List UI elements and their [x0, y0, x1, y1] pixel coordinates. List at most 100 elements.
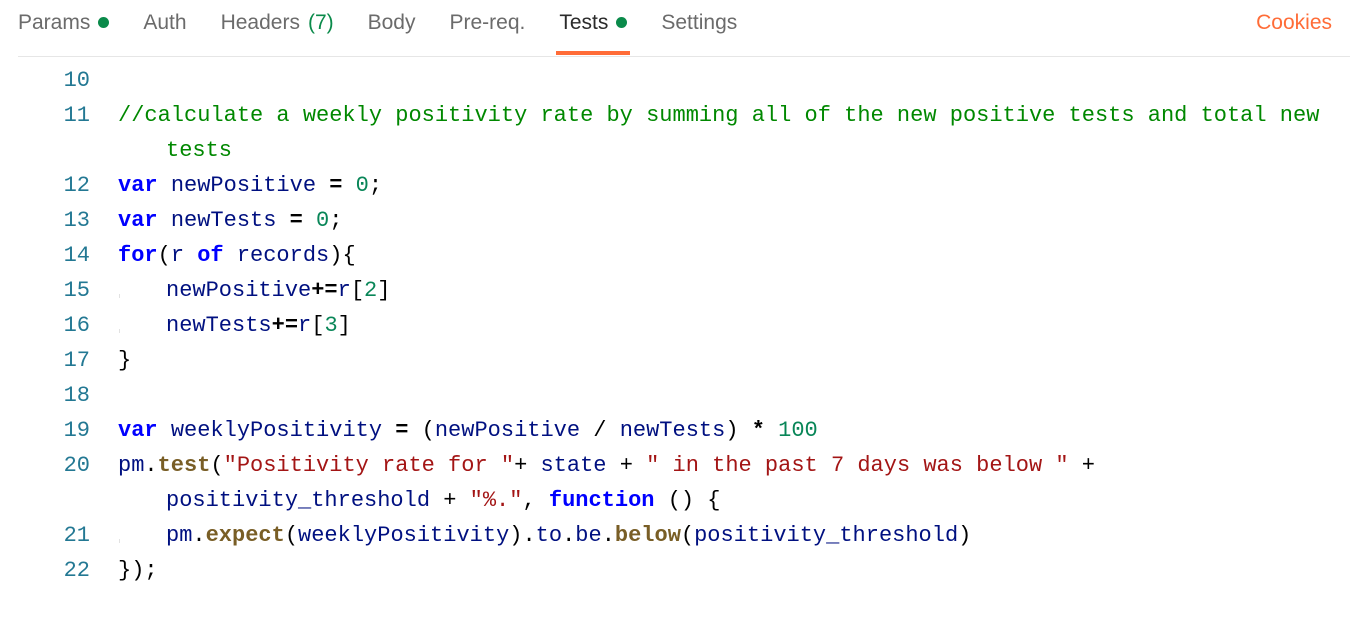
code-token: to: [536, 523, 562, 548]
code-line: for(r of records){: [118, 238, 1342, 273]
code-token: .: [192, 523, 205, 548]
line-number-gutter: 1011 121314151617181920 2122: [18, 63, 104, 588]
line-number: 16: [18, 308, 90, 343]
cookies-link[interactable]: Cookies: [1256, 11, 1332, 45]
line-number: 17: [18, 343, 90, 378]
code-token: }: [118, 348, 131, 373]
code-token: +=: [311, 278, 337, 303]
status-dot-icon: [98, 17, 109, 28]
code-token: +: [443, 488, 456, 513]
code-line: newPositive+=r[2]: [118, 273, 1342, 308]
code-token: });: [118, 558, 158, 583]
tab-settings[interactable]: Settings: [661, 1, 737, 55]
code-token: newTests: [620, 418, 726, 443]
tab-headers[interactable]: Headers (7): [221, 1, 334, 55]
line-number: 18: [18, 378, 90, 413]
line-number-continuation: [18, 483, 90, 518]
code-token: [158, 418, 171, 443]
code-token: ): [725, 418, 751, 443]
line-number: 10: [18, 63, 90, 98]
code-token: for: [118, 243, 158, 268]
code-line: });: [118, 553, 1342, 588]
code-token: +: [620, 453, 633, 478]
code-token: below: [615, 523, 681, 548]
tab-params[interactable]: Params: [18, 1, 109, 55]
code-token: "%.": [470, 488, 523, 513]
tab-auth[interactable]: Auth: [143, 1, 186, 55]
code-token: (: [158, 243, 171, 268]
code-token: [765, 418, 778, 443]
code-content[interactable]: //calculate a weekly positivity rate by …: [118, 63, 1342, 588]
headers-count: (7): [308, 11, 334, 35]
code-token: =: [290, 208, 303, 233]
code-line: [118, 378, 1342, 413]
code-token: [633, 453, 646, 478]
code-token: +: [514, 453, 527, 478]
code-line: var newTests = 0;: [118, 203, 1342, 238]
code-token: ,: [522, 488, 548, 513]
code-token: [158, 208, 171, 233]
code-token: [224, 243, 237, 268]
code-token: [303, 208, 316, 233]
code-token: test: [158, 453, 211, 478]
tab-label: Tests: [559, 11, 608, 35]
code-token: [1069, 453, 1082, 478]
code-token: (: [210, 453, 223, 478]
code-token: =: [329, 173, 342, 198]
line-number: 21: [18, 518, 90, 553]
code-line: pm.expect(weeklyPositivity).to.be.below(…: [118, 518, 1342, 553]
code-token: ;: [329, 208, 342, 233]
code-token: weeklyPositivity: [298, 523, 509, 548]
code-token: () {: [655, 488, 721, 513]
fade-overlay: [18, 626, 1350, 644]
tab-tests[interactable]: Tests: [559, 1, 627, 55]
code-token: [158, 173, 171, 198]
line-number: 15: [18, 273, 90, 308]
code-token: [: [351, 278, 364, 303]
code-token: state: [540, 453, 606, 478]
tab-label: Auth: [143, 11, 186, 35]
code-token: [316, 173, 329, 198]
code-token: 3: [324, 313, 337, 338]
tabs-left: Params Auth Headers (7) Body Pre-req. Te…: [18, 1, 1256, 55]
code-token: [: [311, 313, 324, 338]
code-token: //calculate a weekly positivity rate by …: [118, 103, 1333, 163]
line-number: 13: [18, 203, 90, 238]
code-token: [1095, 453, 1108, 478]
code-token: [184, 243, 197, 268]
code-token: +: [1082, 453, 1095, 478]
code-token: ): [329, 243, 342, 268]
code-token: [382, 418, 395, 443]
tab-label: Headers: [221, 11, 300, 35]
code-token: 0: [356, 173, 369, 198]
code-token: +=: [272, 313, 298, 338]
code-token: (: [408, 418, 434, 443]
code-line: newTests+=r[3]: [118, 308, 1342, 343]
code-token: newTests: [166, 313, 272, 338]
code-token: [342, 173, 355, 198]
tab-prereq[interactable]: Pre-req.: [450, 1, 526, 55]
line-number: 22: [18, 553, 90, 588]
tab-body[interactable]: Body: [368, 1, 416, 55]
code-editor[interactable]: 1011 121314151617181920 2122 //calculate…: [18, 56, 1350, 644]
code-token: r: [338, 278, 351, 303]
code-line: }: [118, 343, 1342, 378]
code-token: var: [118, 208, 158, 233]
code-token: pm: [166, 523, 192, 548]
code-line: pm.test("Positivity rate for "+ state + …: [118, 448, 1342, 518]
tab-label: Body: [368, 11, 416, 35]
code-token: =: [395, 418, 408, 443]
code-token: ]: [338, 313, 351, 338]
code-token: expect: [206, 523, 285, 548]
code-token: " in the past 7 days was below ": [646, 453, 1068, 478]
code-token: {: [342, 243, 355, 268]
status-dot-icon: [616, 17, 627, 28]
code-line: var newPositive = 0;: [118, 168, 1342, 203]
code-token: ).: [509, 523, 535, 548]
code-token: [276, 208, 289, 233]
tab-label: Params: [18, 11, 90, 35]
code-token: (: [681, 523, 694, 548]
tab-label: Settings: [661, 11, 737, 35]
code-token: .: [602, 523, 615, 548]
code-token: var: [118, 173, 158, 198]
